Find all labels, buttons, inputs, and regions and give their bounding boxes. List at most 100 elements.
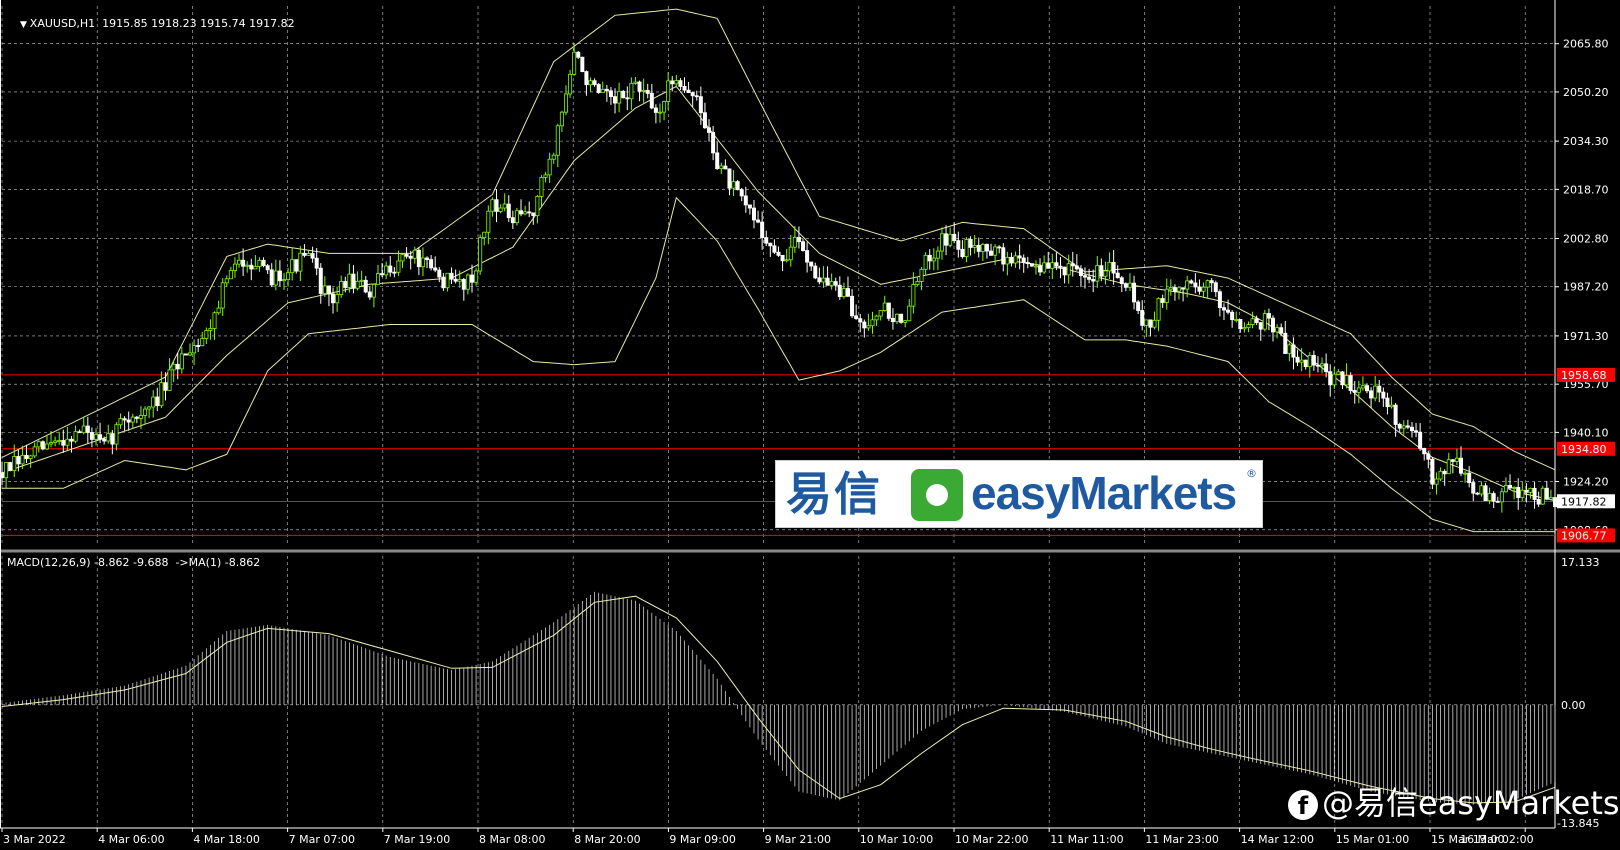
bear-candle xyxy=(1553,497,1558,508)
bear-candle xyxy=(854,315,859,320)
bear-candle xyxy=(1328,371,1333,386)
bear-candle xyxy=(510,217,515,224)
bull-candle xyxy=(572,51,577,75)
bear-candle xyxy=(1087,276,1092,280)
bull-candle xyxy=(1262,313,1267,330)
bull-candle xyxy=(870,319,875,327)
bear-candle xyxy=(527,211,532,214)
bear-candle xyxy=(1001,247,1006,265)
level-price-label: 1934.80 xyxy=(1561,443,1607,456)
bear-candle xyxy=(739,189,744,197)
chart-canvas[interactable]: 2065.80 2050.20 2034.30 2018.70 2002.80 1987.… xyxy=(0,0,1620,850)
bull-candle xyxy=(20,454,25,465)
bear-candle xyxy=(727,168,732,189)
bear-candle xyxy=(690,92,695,97)
bull-candle xyxy=(474,270,479,283)
bear-candle xyxy=(670,80,675,85)
bull-candle xyxy=(375,273,380,285)
bull-candle xyxy=(1201,286,1206,292)
bear-candle xyxy=(1369,390,1374,399)
bull-candle xyxy=(719,165,724,169)
bull-candle xyxy=(44,443,49,450)
bull-candle xyxy=(964,239,969,257)
bull-candle xyxy=(57,440,62,442)
bull-candle xyxy=(1042,262,1047,273)
time-tick-label: 3 Mar 2022 xyxy=(3,833,66,846)
bull-candle xyxy=(28,455,33,459)
bear-candle xyxy=(694,95,699,98)
bull-candle xyxy=(563,93,568,113)
symbol-info: XAUUSD,H1 1915.85 1918.23 1915.74 1917.8… xyxy=(29,17,295,30)
bull-candle xyxy=(1234,319,1239,321)
bear-candle xyxy=(678,80,683,87)
bear-candle xyxy=(110,433,115,445)
bull-candle xyxy=(1360,385,1365,389)
bear-candle xyxy=(817,277,822,283)
bull-candle xyxy=(939,233,944,252)
time-tick-label: 7 Mar 19:00 xyxy=(384,833,450,846)
time-tick-label: 10 Mar 10:00 xyxy=(860,833,933,846)
price-tick-label: 1987.20 xyxy=(1563,281,1609,294)
bear-candle xyxy=(1471,482,1476,494)
bear-candle xyxy=(441,276,446,289)
bear-candle xyxy=(241,259,246,267)
bull-candle xyxy=(1168,287,1173,290)
bear-candle xyxy=(1516,486,1521,499)
bull-candle xyxy=(208,328,213,331)
bear-candle xyxy=(1226,309,1231,313)
macd-tick-label: 17.133 xyxy=(1561,556,1600,569)
bear-candle xyxy=(1340,371,1345,386)
bull-candle xyxy=(555,125,560,156)
bear-candle xyxy=(1209,280,1214,284)
bull-candle xyxy=(281,279,286,282)
bear-candle xyxy=(1197,286,1202,292)
bear-candle xyxy=(429,259,434,269)
bull-candle xyxy=(633,81,638,84)
bull-candle xyxy=(993,246,998,256)
bear-candle xyxy=(1058,265,1063,268)
bull-candle xyxy=(396,260,401,273)
bear-candle xyxy=(1172,287,1177,292)
logo-registered-mark: ® xyxy=(1246,467,1257,480)
bull-candle xyxy=(335,294,340,304)
bear-candle xyxy=(735,181,740,191)
bear-candle xyxy=(682,86,687,91)
time-tick-label: 14 Mar 12:00 xyxy=(1241,833,1314,846)
bear-candle xyxy=(1136,301,1141,311)
collapse-triangle-icon[interactable]: ▼ xyxy=(20,20,30,30)
bear-candle xyxy=(40,441,45,450)
bull-candle xyxy=(948,233,953,246)
bull-candle xyxy=(465,274,470,290)
bear-candle xyxy=(1193,282,1198,288)
bear-candle xyxy=(1181,287,1186,290)
bull-candle xyxy=(167,369,172,391)
bull-candle xyxy=(1463,472,1468,475)
bear-candle xyxy=(453,278,458,282)
easymarkets-logo: 易信 easyMarkets ® xyxy=(775,460,1263,528)
bull-candle xyxy=(539,177,544,197)
bear-candle xyxy=(580,56,585,72)
bull-candle xyxy=(923,254,928,270)
bull-candle xyxy=(216,307,221,314)
bear-candle xyxy=(1074,265,1079,270)
bear-candle xyxy=(751,207,756,221)
bear-candle xyxy=(1459,457,1464,474)
bear-candle xyxy=(1038,265,1043,273)
bear-candle xyxy=(77,431,82,434)
bear-candle xyxy=(1381,391,1386,399)
bull-candle xyxy=(1107,261,1112,272)
bear-candle xyxy=(155,396,160,407)
bear-candle xyxy=(163,382,168,391)
bull-candle xyxy=(130,416,135,423)
bull-candle xyxy=(1205,280,1210,288)
bear-candle xyxy=(653,107,658,113)
bear-candle xyxy=(1524,489,1529,493)
bull-candle xyxy=(657,111,662,114)
bear-candle xyxy=(776,251,781,256)
price-tick-label: 1924.20 xyxy=(1563,476,1609,489)
bull-candle xyxy=(1103,270,1108,277)
bear-candle xyxy=(837,284,842,297)
bear-candle xyxy=(310,253,315,259)
bear-candle xyxy=(768,242,773,247)
bear-candle xyxy=(1418,431,1423,449)
